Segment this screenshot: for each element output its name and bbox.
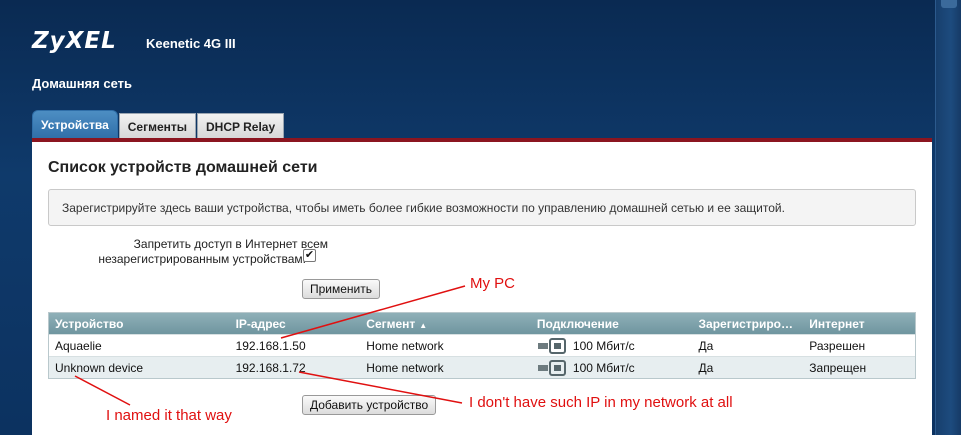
cell-ip: 192.168.1.50	[235, 338, 306, 353]
cell-segment: Home network	[366, 338, 444, 353]
cell-connection: 100 Мбит/с	[531, 337, 693, 354]
apply-button[interactable]: Применить	[302, 279, 381, 299]
col-segment[interactable]: Сегмент ▲	[360, 317, 531, 331]
block-label-line1: Запретить доступ в Интернет всем	[133, 237, 328, 251]
window-frame-right	[935, 0, 961, 435]
tab-devices[interactable]: Устройства	[32, 110, 118, 139]
cell-connection-speed: 100 Мбит/с	[572, 338, 635, 353]
ethernet-port-icon	[537, 337, 566, 354]
brand-logo: ZyXEL	[32, 28, 117, 54]
cell-device: Aquaelie	[55, 338, 102, 353]
info-box: Зарегистрируйте здесь ваши устройства, ч…	[48, 189, 916, 226]
info-text: Зарегистрируйте здесь ваши устройства, ч…	[62, 201, 785, 215]
scrollbar-thumb[interactable]	[941, 0, 957, 8]
add-device-button[interactable]: Добавить устройство	[302, 395, 437, 415]
tab-dhcp-relay[interactable]: DHCP Relay	[197, 113, 285, 139]
devices-table: Устройство IP-адрес Сегмент ▲ Подключение…	[48, 312, 916, 379]
cell-registered: Да	[698, 360, 714, 375]
page-title: Домашняя сеть	[32, 76, 132, 91]
col-ip[interactable]: IP-адрес	[230, 317, 361, 331]
col-connection[interactable]: Подключение	[531, 317, 693, 331]
table-row[interactable]: Aquaelie 192.168.1.50 Home network 100 М…	[49, 334, 915, 356]
annotation-no-ip: I don't have such IP in my network at al…	[469, 394, 733, 411]
panel-title: Список устройств домашней сети	[48, 159, 318, 176]
annotation-my-pc: My PC	[470, 275, 515, 292]
cell-internet: Разрешен	[809, 338, 866, 353]
cell-registered: Да	[698, 338, 714, 353]
cell-connection-speed: 100 Мбит/с	[572, 360, 635, 375]
sort-asc-icon: ▲	[419, 320, 428, 330]
ethernet-port-icon	[537, 359, 566, 376]
block-label-line2: незарегистрированным устройствам:	[98, 252, 306, 266]
cell-connection: 100 Мбит/с	[531, 359, 693, 376]
col-device[interactable]: Устройство	[49, 317, 230, 331]
tab-segments[interactable]: Сегменты	[118, 113, 197, 139]
table-row[interactable]: Unknown device 192.168.1.72 Home network…	[49, 356, 915, 378]
block-unregistered-checkbox[interactable]: ✔	[303, 249, 316, 262]
table-header: Устройство IP-адрес Сегмент ▲ Подключение…	[49, 313, 915, 334]
cell-segment: Home network	[366, 360, 444, 375]
cell-ip: 192.168.1.72	[235, 360, 306, 375]
col-internet[interactable]: Интернет	[803, 317, 915, 331]
cell-device: Unknown device	[55, 360, 144, 375]
tab-bar: Устройства Сегменты DHCP Relay	[32, 110, 285, 139]
col-registered[interactable]: Зарегистриро…	[693, 317, 804, 331]
cell-internet: Запрещен	[809, 360, 867, 375]
col-segment-label: Сегмент	[366, 316, 416, 331]
annotation-named: I named it that way	[106, 407, 232, 424]
block-unregistered-label: Запретить доступ в Интернет всем незарег…	[62, 237, 328, 267]
device-model: Keenetic 4G III	[146, 36, 236, 51]
